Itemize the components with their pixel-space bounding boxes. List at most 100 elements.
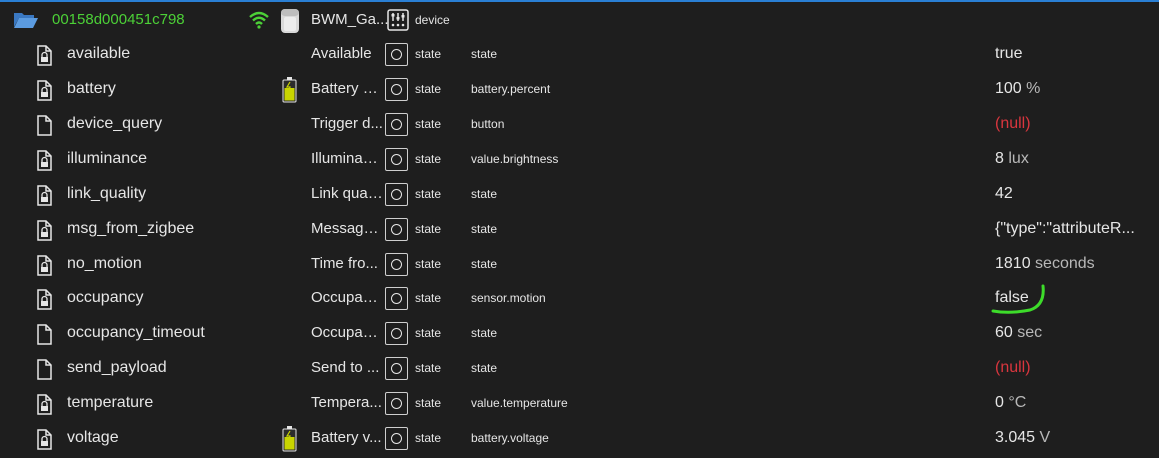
state-description: Battery v... <box>311 429 382 446</box>
state-row[interactable]: no_motion Time fro... state state 1810 s… <box>0 247 1159 282</box>
state-description: Occupan... <box>311 289 383 306</box>
value-unit: sec <box>1017 324 1043 341</box>
file-lock-icon <box>37 394 52 415</box>
value-unit: % <box>1026 80 1041 97</box>
state-role: battery.voltage <box>471 431 549 445</box>
device-role: device <box>415 13 450 27</box>
file-lock-icon <box>37 429 52 450</box>
state-row[interactable]: occupancy_timeout Occupan... state state… <box>0 316 1159 351</box>
state-value[interactable]: 100 % <box>995 80 1155 98</box>
state-value[interactable]: 0 °C <box>995 394 1155 412</box>
state-value[interactable]: (null) <box>995 115 1155 133</box>
state-type: state <box>415 326 442 340</box>
state-description: Tempera... <box>311 394 382 411</box>
state-type: state <box>415 396 442 410</box>
state-type-button[interactable] <box>385 148 408 171</box>
state-description: Send to ... <box>311 359 380 376</box>
folder-open-icon[interactable] <box>13 11 39 29</box>
state-row[interactable]: msg_from_zigbee Message... state state {… <box>0 212 1159 247</box>
file-lock-icon <box>37 220 52 241</box>
state-type-button[interactable] <box>385 253 408 276</box>
state-value[interactable]: (null) <box>995 359 1155 377</box>
highlight-annotation <box>991 284 1045 314</box>
file-lock-icon <box>37 255 52 276</box>
file-lock-icon <box>37 185 52 206</box>
state-type-button[interactable] <box>385 43 408 66</box>
state-description: Message... <box>311 220 383 237</box>
battery-icon <box>282 426 297 452</box>
state-row[interactable]: device_query Trigger d... state button (… <box>0 107 1159 142</box>
state-description: Occupan... <box>311 324 383 341</box>
state-name: occupancy_timeout <box>67 324 205 341</box>
state-type-button[interactable] <box>385 287 408 310</box>
state-type: state <box>415 117 442 131</box>
state-row[interactable]: battery Battery p... state battery.perce… <box>0 72 1159 107</box>
state-type-button[interactable] <box>385 392 408 415</box>
state-row[interactable]: available Available state state true <box>0 37 1159 72</box>
device-header-row[interactable]: 00158d000451c798 BWM_Ga... device <box>0 2 1159 38</box>
file-icon <box>37 359 52 380</box>
state-type-button[interactable] <box>385 183 408 206</box>
device-name: BWM_Ga... <box>311 11 389 28</box>
file-icon <box>37 115 52 136</box>
state-row[interactable]: temperature Tempera... state value.tempe… <box>0 386 1159 421</box>
state-name: link_quality <box>67 185 147 202</box>
state-type: state <box>415 431 442 445</box>
state-value[interactable]: true <box>995 45 1155 63</box>
state-role: battery.percent <box>471 82 551 96</box>
state-description: Battery p... <box>311 80 383 97</box>
state-type: state <box>415 82 442 96</box>
state-name: device_query <box>67 115 163 132</box>
file-lock-icon <box>37 80 52 101</box>
state-role: state <box>471 361 498 375</box>
value-text: 60 <box>995 324 1013 341</box>
state-value[interactable]: {"type":"attributeR... <box>995 220 1155 238</box>
value-text: 8 <box>995 150 1004 167</box>
state-role: sensor.motion <box>471 291 546 305</box>
state-role: value.temperature <box>471 396 568 410</box>
state-row[interactable]: voltage Battery v... state battery.volta… <box>0 421 1159 456</box>
file-lock-icon <box>37 289 52 310</box>
value-text: true <box>995 45 1023 62</box>
state-row[interactable]: occupancy Occupan... state sensor.motion… <box>0 281 1159 316</box>
state-description: Illuminan... <box>311 150 383 167</box>
state-role: state <box>471 222 498 236</box>
state-name: occupancy <box>67 289 144 306</box>
state-type-button[interactable] <box>385 113 408 136</box>
state-name: send_payload <box>67 359 167 376</box>
state-value[interactable]: 8 lux <box>995 150 1155 168</box>
state-type-button[interactable] <box>385 322 408 345</box>
value-text: 0 <box>995 394 1004 411</box>
value-unit: V <box>1039 429 1051 446</box>
state-value[interactable]: 3.045 V <box>995 429 1155 447</box>
state-type: state <box>415 361 442 375</box>
value-text: 3.045 <box>995 429 1036 446</box>
state-name: battery <box>67 80 116 97</box>
state-type-button[interactable] <box>385 427 408 450</box>
value-text: 42 <box>995 185 1013 202</box>
state-type: state <box>415 257 442 271</box>
state-type: state <box>415 291 442 305</box>
state-role: state <box>471 187 498 201</box>
device-id: 00158d000451c798 <box>52 11 185 28</box>
state-type: state <box>415 187 442 201</box>
state-role: value.brightness <box>471 152 559 166</box>
state-description: Link qual... <box>311 185 383 202</box>
state-type: state <box>415 222 442 236</box>
state-row[interactable]: link_quality Link qual... state state 42 <box>0 177 1159 212</box>
value-text: 100 <box>995 80 1022 97</box>
state-row[interactable]: send_payload Send to ... state state (nu… <box>0 351 1159 386</box>
device-role-icon <box>387 9 409 31</box>
state-type-button[interactable] <box>385 357 408 380</box>
state-name: temperature <box>67 394 154 411</box>
state-row[interactable]: illuminance Illuminan... state value.bri… <box>0 142 1159 177</box>
state-value[interactable]: 60 sec <box>995 324 1155 342</box>
state-value[interactable]: 42 <box>995 185 1155 203</box>
file-lock-icon <box>37 45 52 66</box>
state-type-button[interactable] <box>385 78 408 101</box>
value-unit: seconds <box>1035 255 1095 272</box>
state-type-button[interactable] <box>385 218 408 241</box>
value-unit: °C <box>1008 394 1027 411</box>
file-lock-icon <box>37 150 52 171</box>
state-value[interactable]: 1810 seconds <box>995 255 1155 273</box>
